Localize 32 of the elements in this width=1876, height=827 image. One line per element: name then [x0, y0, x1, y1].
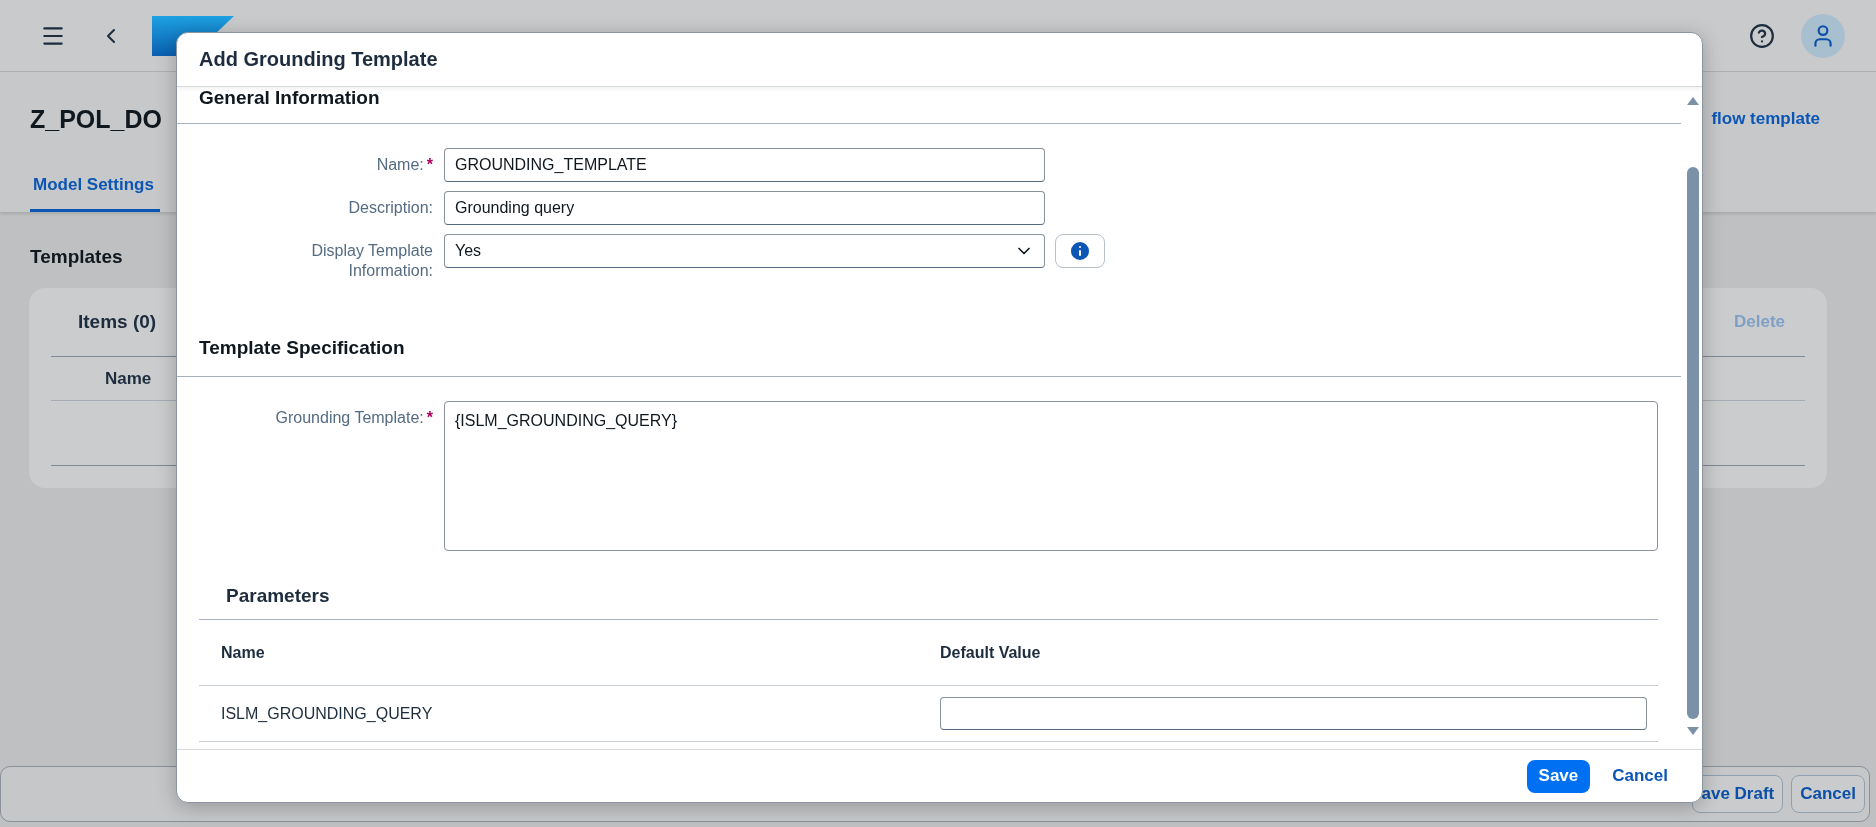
section-heading: General Information	[177, 87, 1681, 124]
parameters-title: Parameters	[225, 584, 331, 608]
default-value-field[interactable]	[940, 697, 1647, 730]
table-cell-text: ISLM_GROUNDING_QUERY	[221, 704, 434, 723]
page-title: Z_POL_DO	[30, 104, 162, 134]
textarea-field[interactable]: {ISLM_GROUNDING_QUERY}	[444, 401, 1658, 551]
info-icon	[1068, 239, 1092, 263]
required-mark: *	[426, 156, 433, 173]
select-field[interactable]: Yes	[444, 234, 1045, 268]
info-button[interactable]	[1055, 234, 1105, 268]
tab[interactable]: Model Settings	[30, 163, 160, 212]
field-label: Grounding Template: *	[274, 408, 433, 428]
field-label: Description:	[347, 198, 433, 218]
scroll-down-icon[interactable]	[1686, 727, 1699, 735]
section-heading: Template Specification	[177, 305, 1681, 377]
required-mark: *	[426, 409, 433, 426]
avatar[interactable]	[1801, 13, 1845, 58]
text-field[interactable]: GROUNDING_TEMPLATE	[444, 148, 1045, 182]
field-label: Display Template Information:	[310, 241, 433, 281]
scroll-up-icon[interactable]	[1686, 97, 1699, 105]
section-title: Templates	[30, 246, 123, 268]
column-header: Name	[221, 643, 266, 662]
header-link[interactable]: flow template	[1711, 109, 1820, 129]
save-button[interactable]: Save	[1526, 759, 1591, 793]
column-header: Default Value	[940, 643, 1042, 662]
text-field[interactable]: Grounding query	[444, 191, 1045, 225]
field-label: Name: *	[375, 155, 433, 175]
footer-button[interactable]: Cancel	[1791, 775, 1865, 813]
footer-button[interactable]: ave Draft	[1692, 775, 1784, 813]
table-title: Items (0)	[78, 311, 157, 333]
cancel-button[interactable]: Cancel	[1600, 759, 1680, 793]
dialog-title: Add Grounding Template	[177, 33, 1702, 87]
